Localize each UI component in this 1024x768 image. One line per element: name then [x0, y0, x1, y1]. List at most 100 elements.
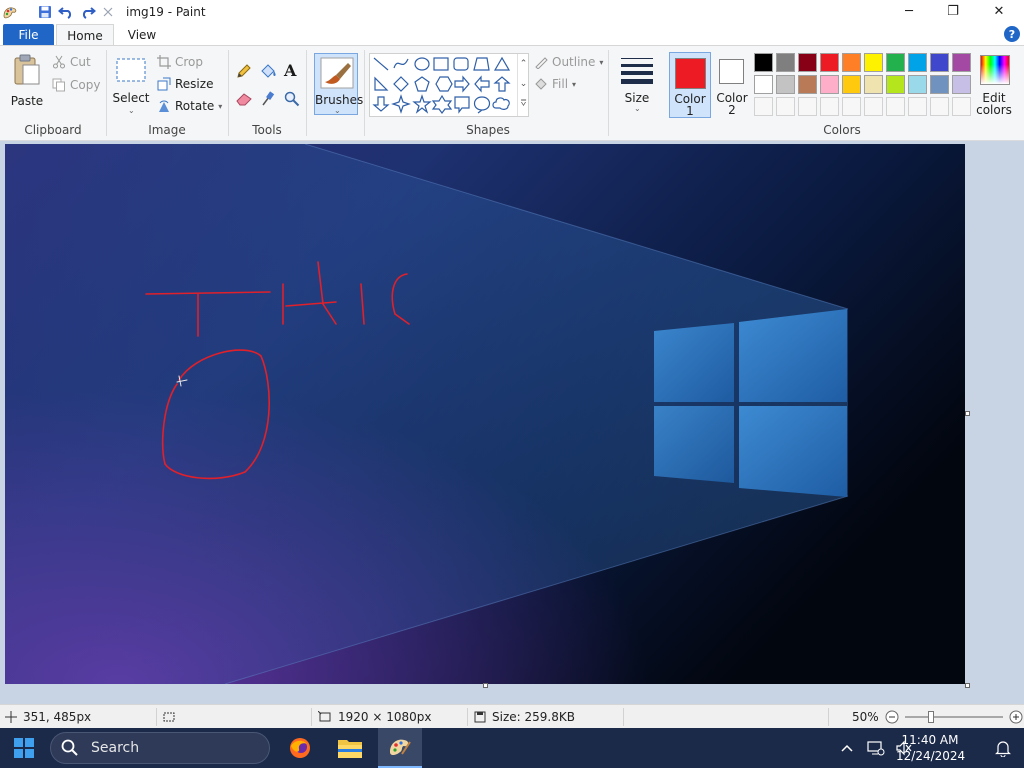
custom-color-slot[interactable] — [930, 97, 949, 116]
custom-color-slot[interactable] — [798, 97, 817, 116]
paste-button[interactable]: Paste — [10, 51, 44, 117]
cloud-callout-shape-icon — [492, 97, 510, 110]
custom-color-slot[interactable] — [886, 97, 905, 116]
notifications-button[interactable] — [988, 728, 1018, 768]
zoom-in-icon[interactable] — [1009, 710, 1023, 724]
cursor-position: 351, 485px — [5, 705, 91, 729]
palette-swatch[interactable] — [842, 75, 861, 94]
select-label: Select — [112, 91, 150, 105]
custom-color-slot[interactable] — [820, 97, 839, 116]
eraser-icon[interactable] — [236, 92, 252, 106]
edit-colors-button[interactable]: Edit colors — [976, 52, 1016, 118]
save-icon[interactable] — [38, 5, 52, 19]
palette-swatch[interactable] — [930, 53, 949, 72]
cut-button[interactable]: Cut — [52, 53, 91, 71]
palette-swatch[interactable] — [952, 75, 971, 94]
window-title: img19 - Paint — [126, 4, 206, 19]
custom-color-slot[interactable] — [842, 97, 861, 116]
palette-swatch[interactable] — [798, 75, 817, 94]
minimize-button[interactable]: ─ — [886, 0, 932, 23]
color2-button[interactable]: Color 2 — [712, 52, 752, 118]
resize-handle-right[interactable] — [965, 411, 970, 416]
wallpaper-image — [5, 144, 965, 684]
selection-rectangle-icon — [116, 58, 146, 82]
clipboard-group-label: Clipboard — [24, 123, 82, 137]
tab-view[interactable]: View — [116, 24, 168, 46]
outline-button[interactable]: Outline ▾ — [534, 53, 603, 71]
tab-file[interactable]: File — [3, 24, 54, 46]
taskbar-firefox[interactable] — [278, 728, 322, 768]
palette-swatch[interactable] — [776, 53, 795, 72]
palette-swatch[interactable] — [754, 53, 773, 72]
copy-button[interactable]: Copy — [52, 76, 100, 94]
maximize-button[interactable]: ❐ — [930, 0, 976, 23]
taskbar-search[interactable]: Search — [50, 732, 270, 764]
paint-app-icon[interactable] — [2, 4, 18, 20]
palette-swatch[interactable] — [820, 75, 839, 94]
resize-handle-corner[interactable] — [965, 683, 970, 688]
cut-label: Cut — [70, 55, 91, 69]
redo-icon[interactable] — [80, 5, 96, 19]
color-picker-icon[interactable] — [261, 91, 275, 107]
quick-access-customize-icon[interactable] — [102, 6, 114, 18]
help-button[interactable]: ? — [1004, 26, 1020, 42]
color1-button[interactable]: Color 1 — [669, 52, 711, 118]
palette-swatch[interactable] — [908, 53, 927, 72]
right-arrow-shape-icon — [454, 75, 470, 93]
taskbar-paint[interactable] — [378, 728, 422, 768]
custom-color-slot[interactable] — [908, 97, 927, 116]
brushes-label: Brushes — [315, 93, 364, 107]
custom-color-slot[interactable] — [952, 97, 971, 116]
palette-swatch[interactable] — [820, 53, 839, 72]
select-button[interactable]: Select ⌄ — [112, 54, 150, 118]
selection-size-icon — [162, 711, 176, 723]
start-button[interactable] — [2, 728, 46, 768]
select-dropdown-icon: ⌄ — [128, 106, 135, 115]
palette-swatch[interactable] — [776, 75, 795, 94]
palette-swatch[interactable] — [864, 53, 883, 72]
fill-bucket-icon[interactable] — [259, 63, 277, 79]
palette-swatch[interactable] — [886, 75, 905, 94]
shapes-grid — [372, 56, 511, 114]
show-hidden-icons-button[interactable] — [832, 728, 862, 768]
crop-button[interactable]: Crop — [157, 53, 203, 71]
drawing-canvas[interactable] — [5, 144, 965, 684]
undo-icon[interactable] — [58, 5, 74, 19]
palette-swatch[interactable] — [798, 53, 817, 72]
custom-color-slot[interactable] — [864, 97, 883, 116]
taskbar-file-explorer[interactable] — [328, 728, 372, 768]
palette-swatch[interactable] — [754, 75, 773, 94]
palette-swatch[interactable] — [930, 75, 949, 94]
color1-number: 1 — [686, 104, 694, 118]
custom-color-slot[interactable] — [754, 97, 773, 116]
palette-swatch[interactable] — [886, 53, 905, 72]
size-button[interactable]: Size ⌄ — [616, 54, 658, 116]
zoom-slider-thumb[interactable] — [927, 711, 934, 723]
resize-handle-bottom[interactable] — [483, 683, 488, 688]
custom-color-slot[interactable] — [776, 97, 795, 116]
shapes-gallery[interactable]: ⌃ ⌄ ⩢ — [369, 53, 529, 117]
close-button[interactable]: ✕ — [976, 0, 1022, 23]
palette-swatch[interactable] — [952, 53, 971, 72]
system-clock[interactable]: 11:40 AM 12/24/2024 — [896, 732, 965, 764]
copy-label: Copy — [70, 78, 101, 92]
text-tool-icon[interactable]: A — [284, 61, 296, 80]
palette-swatch[interactable] — [864, 75, 883, 94]
pencil-icon[interactable] — [236, 63, 252, 79]
zoom-out-icon[interactable] — [885, 710, 899, 724]
up-arrow-shape-icon — [493, 76, 511, 92]
brushes-button[interactable]: Brushes ⌄ — [314, 53, 364, 115]
rotate-button[interactable]: Rotate ▾ — [157, 97, 222, 115]
magnifier-icon[interactable] — [284, 91, 300, 107]
shapes-scroll-icon[interactable]: ⌃ ⌄ ⩢ — [517, 54, 529, 116]
tab-home[interactable]: Home — [56, 24, 114, 46]
zoom-slider[interactable] — [904, 710, 1003, 724]
fill-button[interactable]: Fill ▾ — [534, 75, 576, 93]
edit-colors-label-2: colors — [976, 103, 1012, 117]
resize-button[interactable]: Resize — [157, 75, 213, 93]
palette-swatch[interactable] — [908, 75, 927, 94]
zoom-level-text: 50% — [852, 710, 879, 724]
network-status[interactable] — [862, 728, 890, 768]
size-label: Size — [624, 91, 650, 105]
palette-swatch[interactable] — [842, 53, 861, 72]
